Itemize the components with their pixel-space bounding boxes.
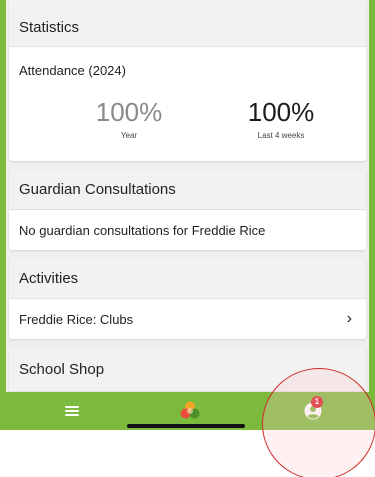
activities-card: Activities Freddie Rice: Clubs › (9, 259, 366, 339)
menu-button[interactable] (60, 392, 84, 430)
activities-title: Activities (19, 270, 79, 287)
highlight-annotation (262, 368, 375, 477)
guardian-consultations-body: No guardian consultations for Freddie Ri… (9, 210, 366, 250)
menu-icon (65, 406, 79, 416)
app-screen: Statistics Attendance (2024) 100% Year 1… (0, 0, 375, 430)
frame-edge-left (0, 0, 6, 392)
attendance-title: Attendance (2024) (19, 63, 126, 78)
activities-header: Activities (9, 259, 366, 299)
activities-item-clubs[interactable]: Freddie Rice: Clubs › (9, 299, 366, 339)
attendance-year-label: Year (120, 131, 138, 140)
chevron-right-icon: › (346, 310, 352, 327)
guardian-consultations-card: Guardian Consultations No guardian consu… (9, 170, 366, 250)
attendance-year-value: 100% (95, 97, 163, 127)
attendance-recent: 100% Last 4 weeks (221, 97, 341, 140)
home-indicator (127, 424, 245, 428)
statistics-title: Statistics (19, 18, 80, 36)
statistics-body: Attendance (2024) 100% Year 100% Last 4 … (9, 47, 366, 161)
statistics-header: Statistics (9, 0, 366, 47)
attendance-year: 100% Year (69, 97, 189, 140)
attendance-recent-value: 100% (247, 97, 315, 127)
main-content: Statistics Attendance (2024) 100% Year 1… (9, 0, 366, 401)
logo-icon (180, 401, 200, 419)
school-shop-title: School Shop (19, 361, 105, 378)
attendance-recent-label: Last 4 weeks (257, 131, 305, 140)
statistics-card: Statistics Attendance (2024) 100% Year 1… (9, 0, 366, 161)
guardian-consultations-message: No guardian consultations for Freddie Ri… (19, 222, 266, 238)
guardian-consultations-title: Guardian Consultations (19, 181, 176, 198)
guardian-consultations-header: Guardian Consultations (9, 170, 366, 210)
frame-edge-right (369, 0, 375, 392)
activities-item-label: Freddie Rice: Clubs (19, 311, 134, 327)
